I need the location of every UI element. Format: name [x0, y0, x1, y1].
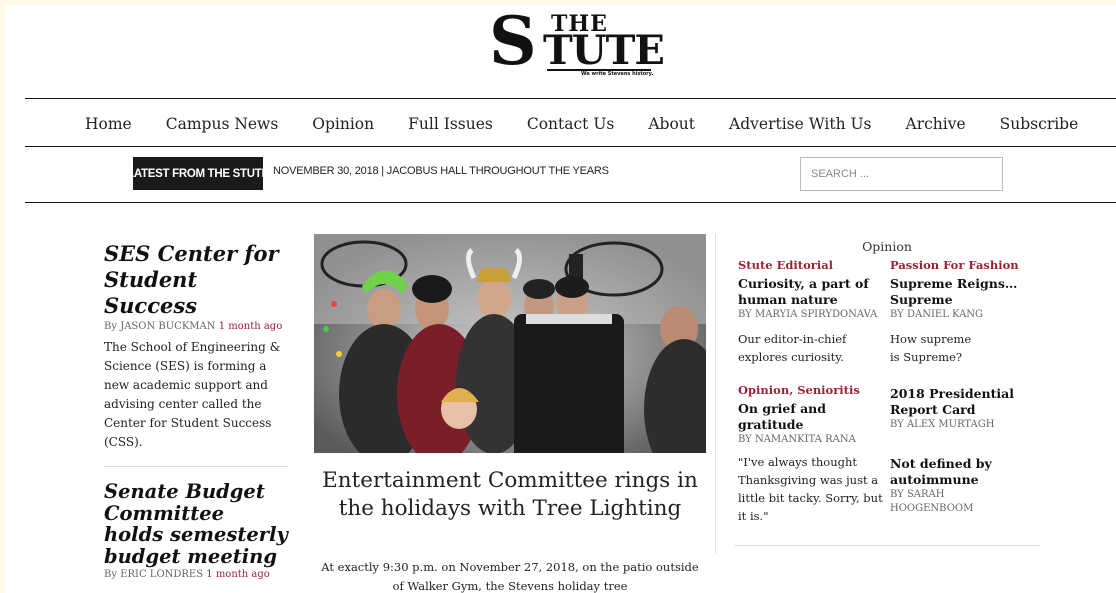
opinion-title[interactable]: 2018 Presidential Report Card	[890, 386, 1018, 418]
ticker-label: LATEST FROM THE STUTE	[127, 157, 269, 190]
opinion-category[interactable]: Passion For Fashion	[890, 258, 1030, 273]
story-divider	[104, 466, 288, 467]
opinion-item: 2018 Presidential Report Card By ALEX MU…	[890, 383, 1030, 432]
opinion-byline[interactable]: By NAMANKITA RANA	[738, 433, 888, 447]
byline-author[interactable]: JASON BUCKMAN	[120, 321, 215, 332]
logo-tute: TUTE	[543, 27, 665, 74]
featured-excerpt: At exactly 9:30 p.m. on November 27, 201…	[321, 560, 699, 593]
opinion-item: Not defined by autoimmune By SARAH HOOGE…	[890, 453, 1030, 516]
logo-big-s: S	[489, 5, 537, 80]
nav-full-issues[interactable]: Full Issues	[408, 115, 493, 133]
featured-photo[interactable]	[314, 234, 706, 453]
nav-about[interactable]: About	[648, 115, 695, 133]
nav-contact-us[interactable]: Contact Us	[527, 115, 615, 133]
nav-bottom-rule	[25, 146, 1116, 147]
opinion-byline[interactable]: By SARAH HOOGENBOOM	[890, 488, 1030, 516]
opinion-category[interactable]: Opinion, Senioritis	[738, 383, 888, 398]
logo-tagline: We write Stevens history.	[581, 71, 654, 77]
opinion-item: Stute Editorial Curiosity, a part of hum…	[738, 258, 888, 366]
story-excerpt: The School of Engineering & Science (SES…	[104, 340, 281, 449]
byline-author[interactable]: ERIC LONDRES	[120, 569, 203, 580]
opinion-bottom-rule	[734, 545, 1040, 546]
opinion-item: Passion For Fashion Supreme Reigns… Supr…	[890, 258, 1030, 366]
opinion-title[interactable]: On grief and gratitude	[738, 401, 838, 433]
opinion-heading[interactable]: Opinion	[738, 239, 1036, 254]
story-item: Senate Budget Committee holds semesterly…	[104, 481, 288, 580]
opinion-byline[interactable]: By MARYIA SPIRYDONAVA	[738, 308, 888, 322]
site-logo[interactable]: S THE TUTE We write Stevens history.	[489, 5, 665, 80]
story-title[interactable]: Senate Budget Committee holds semesterly…	[104, 481, 288, 567]
opinion-title[interactable]: Supreme Reigns… Supreme	[890, 276, 1030, 308]
opinion-category[interactable]: Stute Editorial	[738, 258, 888, 273]
opinion-excerpt: "I've always thought Thanksgiving was ju…	[738, 455, 883, 523]
story-title[interactable]: SES Center for Student Success	[104, 241, 288, 319]
opinion-excerpt: How supreme is Supreme?	[890, 332, 972, 364]
page: S THE TUTE We write Stevens history. Hom…	[5, 5, 1116, 593]
featured-title[interactable]: Entertainment Committee rings in the hol…	[314, 467, 706, 523]
byline-prefix: By	[104, 569, 117, 580]
main-nav: Home Campus News Opinion Full Issues Con…	[85, 105, 1078, 143]
nav-advertise[interactable]: Advertise With Us	[729, 115, 871, 133]
opinion-byline[interactable]: By ALEX MURTAGH	[890, 418, 1030, 432]
opinion-item: Opinion, Senioritis On grief and gratitu…	[738, 383, 888, 525]
opinion-byline[interactable]: By DANIEL KANG	[890, 308, 1030, 322]
ticker-headline[interactable]: NOVEMBER 30, 2018 | JACOBUS HALL THROUGH…	[273, 165, 609, 177]
byline-date[interactable]: 1 month ago	[206, 569, 270, 580]
nav-archive[interactable]: Archive	[906, 115, 966, 133]
nav-home[interactable]: Home	[85, 115, 132, 133]
column-divider	[715, 234, 716, 554]
story-item: SES Center for Student Success By JASON …	[104, 241, 288, 452]
story-byline: By JASON BUCKMAN 1 month ago	[104, 321, 288, 332]
opinion-title[interactable]: Curiosity, a part of human nature	[738, 276, 888, 308]
nav-top-rule	[25, 98, 1116, 99]
left-column: SES Center for Student Success By JASON …	[104, 241, 288, 580]
story-byline: By ERIC LONDRES 1 month ago	[104, 569, 288, 580]
opinion-excerpt: Our editor-in-chief explores curiosity.	[738, 332, 847, 364]
nav-subscribe[interactable]: Subscribe	[1000, 115, 1079, 133]
nav-opinion[interactable]: Opinion	[312, 115, 374, 133]
nav-campus-news[interactable]: Campus News	[166, 115, 279, 133]
byline-date[interactable]: 1 month ago	[219, 321, 283, 332]
search-input[interactable]	[800, 157, 1003, 191]
ticker-bottom-rule	[25, 202, 1116, 203]
byline-prefix: By	[104, 321, 117, 332]
opinion-title[interactable]: Not defined by autoimmune	[890, 456, 1000, 488]
